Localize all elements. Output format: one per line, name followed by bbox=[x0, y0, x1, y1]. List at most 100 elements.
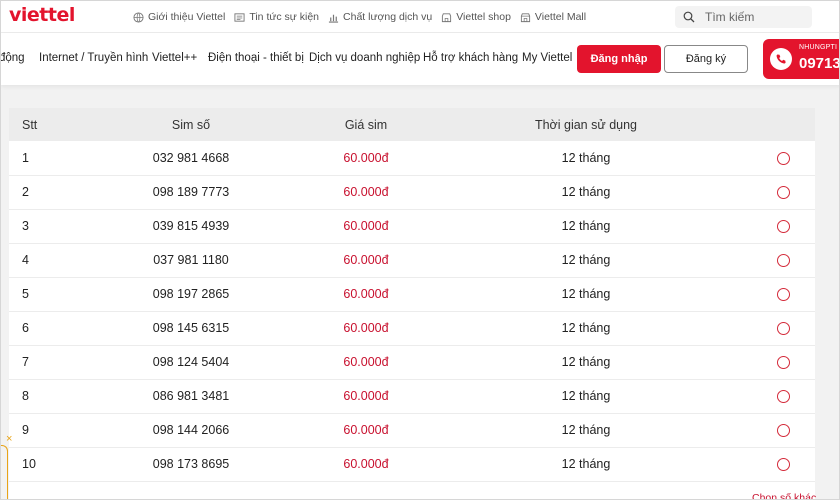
cell-stt: 3 bbox=[22, 219, 29, 233]
cell-duration: 12 tháng bbox=[561, 287, 611, 301]
main-nav: động Internet / Truyền hình Viettel++ Đi… bbox=[1, 33, 840, 85]
hotline-icon-wrap bbox=[770, 48, 792, 70]
hotline-number: 09713 bbox=[799, 55, 840, 72]
cell-duration: 12 tháng bbox=[561, 457, 611, 471]
table-row[interactable]: 7 098 124 5404 60.000đ 12 tháng bbox=[9, 345, 815, 379]
cell-duration: 12 tháng bbox=[561, 219, 611, 233]
cell-price: 60.000đ bbox=[343, 355, 389, 369]
utility-link-news[interactable]: Tin tức sự kiện bbox=[234, 11, 319, 23]
utility-link-label: Giới thiệu Viettel bbox=[148, 11, 226, 23]
select-radio[interactable] bbox=[776, 220, 790, 234]
select-radio[interactable] bbox=[776, 186, 790, 200]
sim-table-card: Stt Sim số Giá sim Thời gian sử dụng 1 0… bbox=[9, 108, 816, 499]
select-radio[interactable] bbox=[776, 254, 790, 268]
header-sim: Sim số bbox=[171, 117, 211, 132]
header-select bbox=[751, 108, 815, 141]
nav-item-viettel-plus[interactable]: Viettel++ bbox=[152, 52, 197, 64]
cell-sim: 098 144 2066 bbox=[152, 423, 230, 437]
cell-stt: 6 bbox=[22, 321, 29, 335]
cell-price: 60.000đ bbox=[343, 321, 389, 335]
cell-select bbox=[751, 379, 815, 413]
globe-icon bbox=[133, 11, 144, 23]
cell-sim: 098 124 5404 bbox=[152, 355, 230, 369]
cell-duration: 12 tháng bbox=[561, 253, 611, 267]
cell-select bbox=[751, 277, 815, 311]
utility-link-shop[interactable]: Viettel shop bbox=[441, 11, 511, 23]
nav-item-internet-tv[interactable]: Internet / Truyền hình bbox=[39, 52, 148, 64]
cell-select bbox=[751, 345, 815, 379]
utility-links: Giới thiệu Viettel Tin tức sự kiện Chất … bbox=[133, 1, 595, 33]
select-radio[interactable] bbox=[776, 424, 790, 438]
utility-link-about[interactable]: Giới thiệu Viettel bbox=[133, 11, 225, 23]
cell-sim: 032 981 4668 bbox=[152, 150, 230, 165]
utility-link-mall[interactable]: Viettel Mall bbox=[520, 11, 586, 23]
select-radio[interactable] bbox=[776, 356, 790, 370]
select-radio[interactable] bbox=[776, 151, 790, 165]
select-radio[interactable] bbox=[776, 322, 790, 336]
choose-other-number-link[interactable]: Chọn số khác bbox=[752, 492, 816, 499]
utility-link-label: Viettel Mall bbox=[534, 11, 587, 23]
floating-close-icon[interactable]: × bbox=[6, 433, 12, 445]
cell-price: 60.000đ bbox=[343, 423, 389, 437]
cell-sim: 098 173 8695 bbox=[152, 457, 230, 471]
nav-item-my-viettel[interactable]: My Viettel bbox=[522, 52, 572, 64]
phone-icon bbox=[776, 54, 786, 64]
header-price: Giá sim bbox=[344, 117, 388, 132]
cell-stt: 2 bbox=[22, 185, 29, 199]
table-row[interactable]: 8 086 981 3481 60.000đ 12 tháng bbox=[9, 379, 815, 413]
viettel-logo[interactable]: viettel bbox=[9, 4, 75, 26]
cell-duration: 12 tháng bbox=[561, 423, 611, 437]
nav-item-enterprise[interactable]: Dịch vụ doanh nghiệp bbox=[309, 52, 420, 64]
header-duration: Thời gian sử dụng bbox=[534, 117, 638, 132]
table-row[interactable]: 4 037 981 1180 60.000đ 12 tháng bbox=[9, 243, 815, 277]
login-button[interactable]: Đăng nhập bbox=[577, 45, 661, 73]
hotline-badge[interactable]: NHUNGPTI 09713 bbox=[763, 39, 840, 79]
select-radio[interactable] bbox=[776, 458, 790, 472]
nav-item-mobile[interactable]: động bbox=[1, 52, 25, 64]
register-button[interactable]: Đăng ký bbox=[664, 45, 748, 73]
cell-sim: 086 981 3481 bbox=[152, 389, 230, 403]
cell-stt: 9 bbox=[22, 423, 29, 437]
cell-duration: 12 tháng bbox=[561, 150, 611, 165]
cell-stt: 8 bbox=[22, 389, 29, 403]
table-row[interactable]: 2 098 189 7773 60.000đ 12 tháng bbox=[9, 175, 815, 209]
cell-price: 60.000đ bbox=[343, 253, 389, 267]
cell-sim: 098 189 7773 bbox=[152, 185, 230, 199]
cell-select bbox=[751, 447, 815, 481]
header-stt: Stt bbox=[22, 117, 38, 132]
cell-price: 60.000đ bbox=[343, 457, 389, 471]
select-radio[interactable] bbox=[776, 390, 790, 404]
utility-link-label: Tin tức sự kiện bbox=[249, 11, 320, 23]
cell-select bbox=[751, 243, 815, 277]
cell-sim: 098 197 2865 bbox=[152, 287, 230, 301]
cell-duration: 12 tháng bbox=[561, 389, 611, 403]
utility-bar: viettel Giới thiệu Viettel Tin tức sự ki… bbox=[1, 1, 839, 33]
cell-sim: 037 981 1180 bbox=[153, 253, 229, 267]
utility-link-label: Viettel shop bbox=[456, 11, 511, 23]
cell-price: 60.000đ bbox=[343, 287, 389, 301]
search-box bbox=[675, 6, 812, 28]
cell-price: 60.000đ bbox=[343, 219, 389, 233]
table-row[interactable]: 10 098 173 8695 60.000đ 12 tháng bbox=[9, 447, 815, 481]
search-icon[interactable] bbox=[683, 11, 695, 23]
search-input[interactable] bbox=[705, 10, 805, 24]
cell-duration: 12 tháng bbox=[561, 185, 611, 199]
table-row[interactable]: 6 098 145 6315 60.000đ 12 tháng bbox=[9, 311, 815, 345]
nav-item-phones-devices[interactable]: Điện thoại - thiết bị bbox=[208, 52, 304, 64]
floating-widget-edge bbox=[1, 445, 8, 499]
utility-link-quality[interactable]: Chất lượng dịch vụ bbox=[328, 11, 432, 23]
newspaper-icon bbox=[234, 12, 245, 22]
browser-viewport: viettel Giới thiệu Viettel Tin tức sự ki… bbox=[0, 0, 840, 500]
table-row[interactable]: 9 098 144 2066 60.000đ 12 tháng bbox=[9, 413, 815, 447]
cell-stt: 1 bbox=[22, 150, 29, 165]
utility-link-label: Chất lượng dịch vụ bbox=[343, 11, 433, 23]
nav-item-support[interactable]: Hỗ trợ khách hàng bbox=[423, 52, 518, 64]
table-row[interactable]: 3 039 815 4939 60.000đ 12 tháng bbox=[9, 209, 815, 243]
select-radio[interactable] bbox=[776, 288, 790, 302]
cell-duration: 12 tháng bbox=[561, 321, 611, 335]
cell-stt: 4 bbox=[22, 253, 29, 267]
cell-sim: 039 815 4939 bbox=[152, 219, 230, 233]
table-row[interactable]: 1 032 981 4668 60.000đ 12 tháng bbox=[9, 141, 815, 175]
table-row[interactable]: 5 098 197 2865 60.000đ 12 tháng bbox=[9, 277, 815, 311]
chart-icon bbox=[328, 14, 339, 23]
